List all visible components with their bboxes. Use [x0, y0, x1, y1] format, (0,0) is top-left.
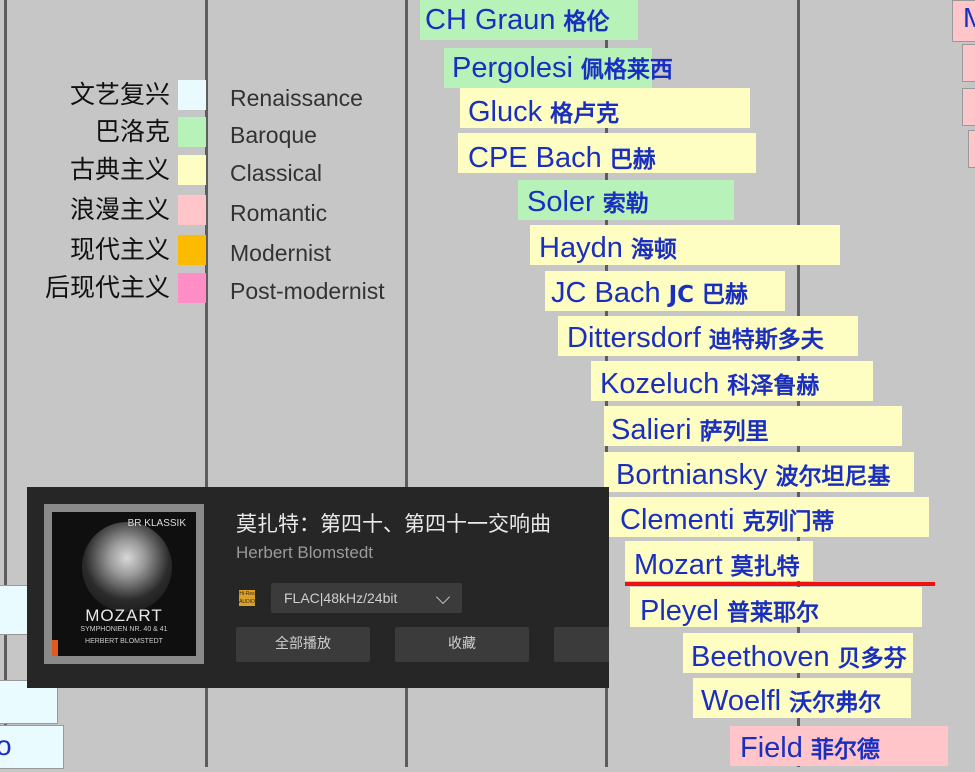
- composer-label: Clementi 克列门蒂: [620, 500, 834, 544]
- composer-name-en: CPE Bach: [468, 142, 602, 174]
- legend-label-zh: 浪漫主义: [69, 195, 170, 224]
- legend-label-en: Modernist: [230, 240, 331, 266]
- composer-name-zh: 萨列里: [699, 419, 769, 445]
- edge-composer-bar: [968, 130, 975, 168]
- legend-label-en: Baroque: [230, 122, 317, 148]
- composer-label: CH Graun 格伦: [425, 0, 610, 44]
- legend-label-en: Post-modernist: [230, 278, 385, 304]
- artist-name[interactable]: Herbert Blomstedt: [236, 543, 373, 563]
- composer-name-zh: 索勒: [602, 191, 649, 217]
- composer-name-zh: 佩格莱西: [580, 57, 673, 83]
- edge-composer-bar: [962, 88, 975, 126]
- legend-label-zh: 古典主义: [69, 155, 170, 184]
- composer-label: Dittersdorf 迪特斯多夫: [567, 318, 824, 362]
- more-button[interactable]: [554, 627, 609, 662]
- legend-swatch: [178, 155, 206, 185]
- edge-composer-label: o: [0, 730, 12, 761]
- play-all-button[interactable]: 全部播放: [236, 627, 370, 662]
- cover-conductor: HERBERT BLOMSTEDT: [85, 638, 163, 645]
- composer-label: JC Bach JC 巴赫: [551, 273, 748, 317]
- composer-name-zh: 沃尔弗尔: [789, 690, 882, 716]
- composer-name-en: Pergolesi: [452, 52, 573, 84]
- composer-name-en: Gluck: [468, 96, 543, 128]
- timeline-gridline: [4, 0, 7, 767]
- composer-label: Haydn 海顿: [539, 228, 677, 272]
- composer-label: Woelfl 沃尔弗尔: [701, 681, 881, 725]
- composer-name-zh: 迪特斯多夫: [708, 327, 824, 353]
- edge-composer-label: M: [963, 2, 975, 33]
- composer-name-zh: 科泽鲁赫: [727, 373, 820, 399]
- composer-name-zh: 格伦: [563, 9, 610, 35]
- cover-accent: [52, 640, 58, 656]
- composer-name-en: Clementi: [620, 504, 735, 536]
- legend-label-zh: 后现代主义: [44, 273, 170, 302]
- album-cover[interactable]: BR KLASSIK MOZART SYMPHONIEN NR. 40 & 41…: [44, 504, 204, 664]
- album-card[interactable]: BR KLASSIK MOZART SYMPHONIEN NR. 40 & 41…: [27, 487, 609, 688]
- legend-swatch: [178, 235, 206, 265]
- legend-label-zh: 现代主义: [69, 235, 170, 264]
- composer-name-en: JC Bach: [551, 277, 661, 309]
- composer-label: Soler 索勒: [527, 182, 649, 226]
- legend-label-en: Romantic: [230, 200, 328, 226]
- composer-name-en: Field: [740, 732, 803, 764]
- format-value: FLAC|48kHz/24bit: [284, 590, 398, 606]
- composer-label: Salieri 萨列里: [611, 410, 769, 454]
- legend-swatch: [178, 273, 206, 303]
- composer-name-en: CH Graun: [425, 4, 556, 36]
- cover-title: MOZART: [85, 606, 163, 625]
- composer-name-zh: 普莱耶尔: [727, 600, 819, 626]
- chevron-down-icon: [435, 589, 451, 605]
- composer-name-zh: 贝多芬: [837, 646, 907, 672]
- legend-label-en: Classical: [230, 160, 323, 186]
- composer-name-en: Pleyel: [640, 595, 719, 627]
- composer-name-en: Mozart: [634, 549, 723, 581]
- composer-name-zh: 克列门蒂: [742, 509, 835, 535]
- legend-label-zh: 文艺复兴: [69, 80, 170, 109]
- composer-name-en: Kozeluch: [600, 368, 720, 400]
- composer-label: Pergolesi 佩格莱西: [452, 48, 673, 92]
- composer-label: Beethoven 贝多芬: [691, 637, 907, 681]
- edge-composer-bar: [962, 44, 975, 82]
- format-select[interactable]: FLAC|48kHz/24bit: [271, 583, 462, 613]
- legend-swatch: [178, 117, 206, 147]
- hires-audio-icon: Hi-Res AUDIO: [239, 590, 255, 606]
- composer-label: Pleyel 普莱耶尔: [640, 591, 819, 635]
- mozart-highlight-underline: [625, 582, 935, 586]
- favorite-button[interactable]: 收藏: [395, 627, 529, 662]
- cover-subtitle: SYMPHONIEN NR. 40 & 41: [80, 626, 168, 633]
- legend-label-zh: 巴洛克: [94, 117, 170, 146]
- legend-label-en: Renaissance: [230, 85, 363, 111]
- composer-name-en: Haydn: [539, 232, 623, 264]
- composer-name-en: Salieri: [611, 414, 692, 446]
- conductor-photo: [82, 522, 172, 612]
- composer-name-zh: 菲尔德: [810, 737, 880, 763]
- composer-name-en: Soler: [527, 186, 595, 218]
- composer-label: Field 菲尔德: [740, 728, 880, 772]
- composer-name-zh: 波尔坦尼基: [775, 464, 891, 490]
- album-title: 莫扎特：第四十、第四十一交响曲: [236, 512, 551, 536]
- composer-name-zh: 海顿: [630, 237, 677, 263]
- composer-label: CPE Bach 巴赫: [468, 138, 656, 182]
- composer-name-en: Bortniansky: [616, 459, 768, 491]
- composer-name-en: Woelfl: [701, 685, 782, 717]
- composer-name-zh: JC 巴赫: [668, 282, 749, 308]
- legend-swatch: [178, 195, 206, 225]
- composer-label: Kozeluch 科泽鲁赫: [600, 364, 819, 408]
- label-logo: BR KLASSIK: [127, 518, 186, 529]
- composer-label: Bortniansky 波尔坦尼基: [616, 455, 891, 499]
- composer-name-en: Dittersdorf: [567, 322, 701, 354]
- legend-swatch: [178, 80, 206, 110]
- album-cover-art: BR KLASSIK MOZART SYMPHONIEN NR. 40 & 41…: [52, 512, 196, 656]
- composer-label: Gluck 格卢克: [468, 92, 619, 136]
- composer-name-zh: 巴赫: [609, 147, 656, 173]
- composer-name-zh: 莫扎特: [730, 554, 800, 580]
- composer-name-en: Beethoven: [691, 641, 830, 673]
- composer-name-zh: 格卢克: [550, 101, 620, 127]
